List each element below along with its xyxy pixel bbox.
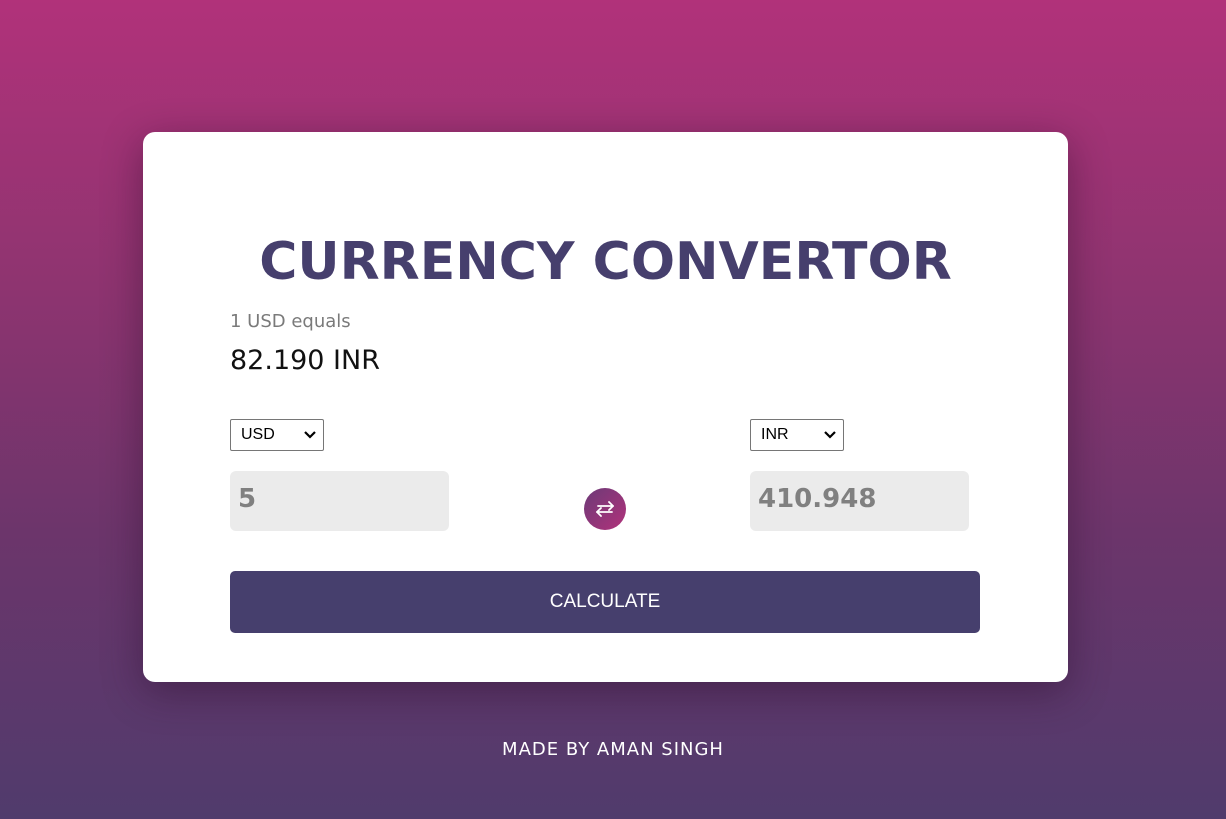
from-amount-input[interactable]: 5 bbox=[230, 471, 449, 531]
chevron-down-icon bbox=[824, 431, 836, 439]
page-title: CURRENCY CONVERTOR bbox=[259, 232, 952, 292]
from-currency-value: USD bbox=[241, 426, 275, 443]
to-currency-select[interactable]: INR bbox=[750, 419, 844, 451]
to-amount-output[interactable]: 410.948 bbox=[750, 471, 969, 531]
footer-credit: MADE BY AMAN SINGH bbox=[502, 739, 724, 760]
converter-card: CURRENCY CONVERTOR 1 USD equals 82.190 I… bbox=[143, 132, 1068, 682]
rate-label: 1 USD equals bbox=[230, 311, 351, 332]
swap-arrows-icon bbox=[596, 501, 614, 517]
to-currency-value: INR bbox=[761, 426, 789, 443]
swap-button[interactable] bbox=[584, 488, 626, 530]
chevron-down-icon bbox=[304, 431, 316, 439]
rate-value: 82.190 INR bbox=[230, 345, 380, 376]
calculate-button[interactable]: CALCULATE bbox=[230, 571, 980, 633]
from-currency-select[interactable]: USD bbox=[230, 419, 324, 451]
